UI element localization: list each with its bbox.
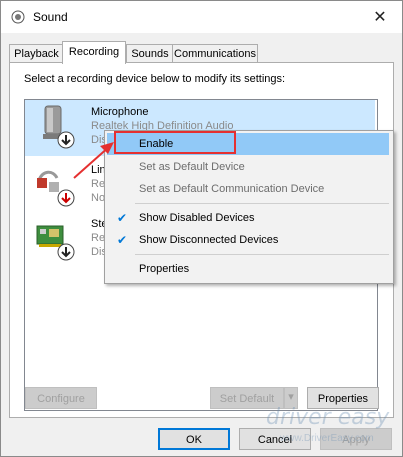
properties-button[interactable]: Properties <box>307 387 379 409</box>
tab-sounds[interactable]: Sounds <box>126 44 174 63</box>
set-default-button[interactable]: Set Default <box>210 387 284 409</box>
window-title: Sound <box>33 10 68 24</box>
microphone-icon <box>43 105 75 149</box>
menu-item-properties[interactable]: Properties <box>107 258 389 280</box>
instruction-text: Select a recording device below to modif… <box>24 73 286 85</box>
device-status: No <box>91 192 106 204</box>
tab-playback[interactable]: Playback <box>9 44 64 63</box>
tab-communications[interactable]: Communications <box>172 44 258 63</box>
sound-card-icon <box>36 225 75 261</box>
annotation-highlight-box <box>114 131 236 154</box>
menu-separator <box>135 203 389 204</box>
chevron-down-icon: ▾ <box>288 391 294 403</box>
menu-item-label: Show Disconnected Devices <box>139 234 279 246</box>
tab-recording[interactable]: Recording <box>62 41 126 64</box>
menu-separator <box>135 254 389 255</box>
close-button[interactable]: ✕ <box>358 1 402 33</box>
menu-item-label: Show Disabled Devices <box>139 212 255 224</box>
checkmark-icon: ✔ <box>117 233 128 247</box>
cancel-button[interactable]: Cancel <box>239 428 311 450</box>
set-default-dropdown[interactable]: ▾ <box>284 387 298 409</box>
menu-item-label: Properties <box>139 263 190 275</box>
apply-button[interactable]: Apply <box>320 428 392 450</box>
line-in-jack-icon <box>37 170 75 207</box>
menu-item-show-disconnected-devices[interactable]: ✔ Show Disconnected Devices <box>107 229 389 251</box>
menu-item-label: Set as Default Communication Device <box>139 183 325 195</box>
checkmark-icon: ✔ <box>117 211 128 225</box>
configure-button[interactable]: Configure <box>25 387 97 409</box>
ok-button[interactable]: OK <box>158 428 230 450</box>
menu-item-set-default-communication-device: Set as Default Communication Device <box>107 178 389 200</box>
menu-item-label: Set as Default Device <box>139 161 245 173</box>
speaker-icon <box>11 10 25 24</box>
menu-item-set-default-device: Set as Default Device <box>107 156 389 178</box>
device-name: Microphone <box>91 106 149 118</box>
close-icon: ✕ <box>373 9 387 26</box>
menu-item-show-disabled-devices[interactable]: ✔ Show Disabled Devices <box>107 207 389 229</box>
title-bar: Sound ✕ <box>1 1 402 33</box>
